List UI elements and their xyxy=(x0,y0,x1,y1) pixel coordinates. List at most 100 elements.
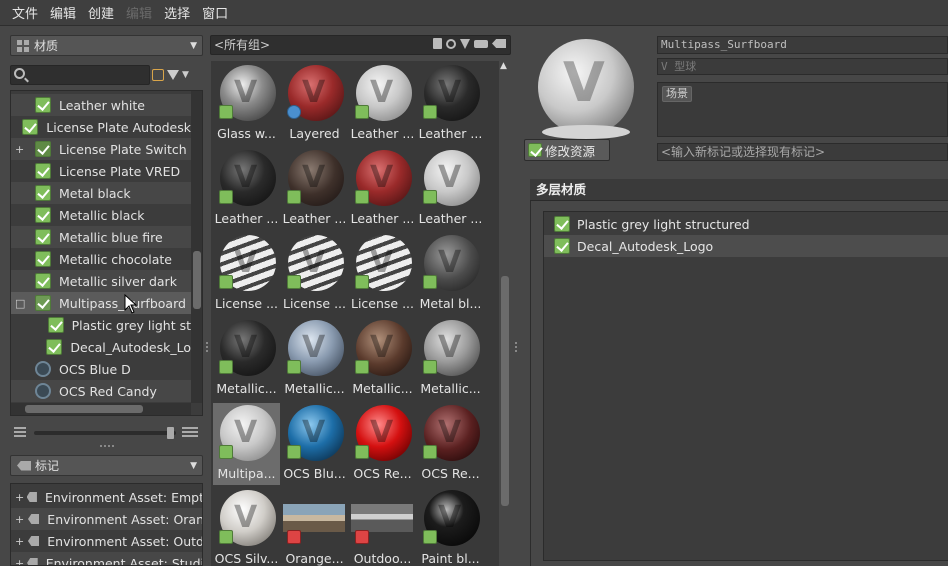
multi-material-icon[interactable] xyxy=(35,295,51,311)
material-thumbnail[interactable]: V Layered xyxy=(281,63,348,145)
material-thumbnail[interactable]: V Metallic... xyxy=(417,318,484,400)
search-icon[interactable] xyxy=(446,38,456,49)
node-icon[interactable] xyxy=(474,39,488,48)
tree-item-selected[interactable]: □ Multipass_Surfboard xyxy=(11,292,191,314)
menu-window[interactable]: 窗口 xyxy=(196,3,234,22)
material-thumbnail[interactable]: V License ... xyxy=(349,233,416,315)
type-field[interactable]: V 型球 xyxy=(657,58,948,75)
tag-item[interactable]: + Environment Asset: Empt xyxy=(11,486,202,508)
tree-item[interactable]: Metal black xyxy=(11,182,191,204)
tree-item[interactable]: + License Plate Switch xyxy=(11,138,191,160)
scroll-up-icon[interactable]: ▲ xyxy=(500,61,507,71)
expand-icon[interactable]: + xyxy=(15,143,24,156)
tag-item[interactable]: + Environment Asset: Oran xyxy=(11,508,202,530)
group-filter-input[interactable]: <所有组> xyxy=(210,35,511,55)
material-thumbnail[interactable]: Outdoo... xyxy=(349,488,416,566)
scrollbar-thumb[interactable] xyxy=(501,276,509,506)
check-icon[interactable] xyxy=(22,119,39,135)
tree-item[interactable]: Metallic silver dark xyxy=(11,270,191,292)
menu-create[interactable]: 创建 xyxy=(82,3,120,22)
material-thumbnail[interactable]: V Metal bl... xyxy=(417,233,484,315)
scrollbar-thumb[interactable] xyxy=(193,251,201,309)
layer-section-header[interactable]: 多层材质 xyxy=(530,179,948,201)
check-icon[interactable] xyxy=(554,216,570,232)
material-thumbnail[interactable]: V License ... xyxy=(213,233,280,315)
check-icon[interactable] xyxy=(35,251,51,267)
check-icon[interactable] xyxy=(35,207,51,223)
expand-icon[interactable]: + xyxy=(15,557,24,566)
menu-file[interactable]: 文件 xyxy=(6,3,44,22)
material-thumbnail[interactable]: V Multipa... xyxy=(213,403,280,485)
tree-child-item[interactable]: Decal_Autodesk_Lo xyxy=(11,336,191,358)
splitter-handle[interactable] xyxy=(515,342,517,354)
splitter-handle[interactable] xyxy=(206,342,208,354)
filter-icon[interactable] xyxy=(167,70,179,80)
tree-item[interactable]: License Plate VRED xyxy=(11,160,191,182)
layer-item[interactable]: Plastic grey light structured xyxy=(544,213,948,235)
filter-icon[interactable] xyxy=(460,38,470,49)
material-thumbnail[interactable]: V Paint bl... xyxy=(417,488,484,566)
check-icon[interactable] xyxy=(35,185,51,201)
tree-child-item[interactable]: Plastic grey light st xyxy=(11,314,191,336)
check-icon[interactable] xyxy=(35,229,51,245)
material-thumbnail[interactable]: V OCS Re... xyxy=(349,403,416,485)
tag-input[interactable]: <输入新标记或选择现有标记> xyxy=(657,143,948,161)
edit-asset-button[interactable]: 修改资源 xyxy=(524,139,610,161)
expand-icon[interactable]: + xyxy=(15,491,24,504)
tree-horizontal-scrollbar[interactable] xyxy=(11,403,191,415)
tag-item[interactable]: + Environment Asset: Studi xyxy=(11,552,202,566)
material-thumbnail[interactable]: V Glass w... xyxy=(213,63,280,145)
check-icon[interactable] xyxy=(35,273,51,289)
tag-item[interactable]: + Environment Asset: Outd xyxy=(11,530,202,552)
material-thumbnail[interactable]: V Leather ... xyxy=(417,148,484,230)
material-thumbnail[interactable]: V Leather ... xyxy=(349,63,416,145)
tag-chip[interactable]: 场景 xyxy=(662,86,692,102)
check-icon[interactable] xyxy=(35,163,51,179)
search-input[interactable] xyxy=(10,65,150,85)
slider-handle[interactable] xyxy=(167,427,174,439)
thumbnail-vertical-scrollbar[interactable]: ▲ xyxy=(499,61,511,566)
tree-item[interactable]: License Plate Autodesk xyxy=(11,116,191,138)
tree-item[interactable]: Metallic black xyxy=(11,204,191,226)
lock-icon[interactable] xyxy=(433,38,442,49)
list-view-icon[interactable] xyxy=(14,427,26,437)
splitter-handle[interactable] xyxy=(100,445,116,447)
material-name-field[interactable]: Multipass_Surfboard xyxy=(657,36,948,54)
tree-item[interactable]: Metallic blue fire xyxy=(11,226,191,248)
material-thumbnail[interactable]: V Leather ... xyxy=(349,148,416,230)
tree-vertical-scrollbar[interactable] xyxy=(191,91,202,403)
tree-item[interactable]: OCS Blue D xyxy=(11,358,191,380)
tree-item[interactable]: Metallic chocolate xyxy=(11,248,191,270)
thumbnail-size-slider[interactable] xyxy=(34,427,176,439)
material-thumbnail[interactable]: V OCS Re... xyxy=(417,403,484,485)
tree-item[interactable]: Leather white xyxy=(11,94,191,116)
filter-dropdown-icon[interactable]: ▼ xyxy=(182,70,189,80)
collapse-icon[interactable]: □ xyxy=(15,297,25,310)
material-thumbnail[interactable]: V Metallic... xyxy=(213,318,280,400)
check-icon[interactable] xyxy=(47,317,64,333)
check-icon[interactable] xyxy=(46,339,63,355)
tag-filter-icon[interactable] xyxy=(152,69,164,81)
material-thumbnail[interactable]: V Leather ... xyxy=(213,148,280,230)
material-thumbnail[interactable]: V Metallic... xyxy=(349,318,416,400)
tags-area[interactable]: 场景 xyxy=(657,82,948,137)
menu-edit[interactable]: 编辑 xyxy=(44,3,82,22)
category-dropdown[interactable]: 材质 ▼ xyxy=(10,35,203,56)
tree-item[interactable]: OCS Red Candy xyxy=(11,380,191,402)
material-thumbnail[interactable]: V Leather ... xyxy=(417,63,484,145)
material-thumbnail[interactable]: V OCS Silv... xyxy=(213,488,280,566)
switch-icon[interactable] xyxy=(35,141,51,157)
expand-icon[interactable]: + xyxy=(15,513,24,526)
tags-dropdown[interactable]: 标记 ▼ xyxy=(10,455,203,476)
menu-select[interactable]: 选择 xyxy=(158,3,196,22)
check-icon[interactable] xyxy=(554,238,570,254)
material-thumbnail[interactable]: Orange... xyxy=(281,488,348,566)
scrollbar-thumb[interactable] xyxy=(25,405,143,413)
tag-icon[interactable] xyxy=(492,39,506,48)
expand-icon[interactable]: + xyxy=(15,535,24,548)
material-thumbnail[interactable]: V Leather ... xyxy=(281,148,348,230)
material-thumbnail[interactable]: V Metallic... xyxy=(281,318,348,400)
material-thumbnail[interactable]: V OCS Blu... xyxy=(281,403,348,485)
material-thumbnail[interactable]: V License ... xyxy=(281,233,348,315)
detail-view-icon[interactable] xyxy=(182,427,198,437)
